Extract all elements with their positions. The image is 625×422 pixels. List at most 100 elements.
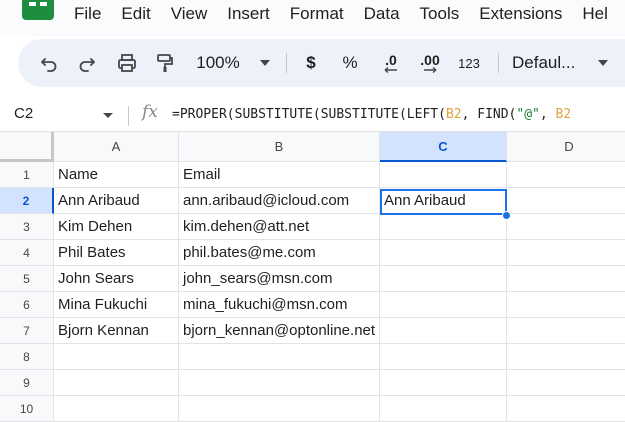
chevron-down-icon[interactable] (103, 113, 113, 118)
cell-c4[interactable] (380, 240, 507, 266)
cell-b9[interactable] (179, 370, 380, 396)
cell-d5[interactable] (507, 266, 625, 292)
menu-help[interactable]: Hel (582, 4, 608, 26)
zoom-dropdown[interactable] (258, 39, 272, 87)
formula-text: =PROPER(SUBSTITUTE(SUBSTITUTE(LEFT( (172, 107, 446, 122)
formula-ref: B2 (555, 107, 572, 122)
cell-value-b7: bjorn_kennan@optonline.net (183, 322, 376, 339)
menu-view[interactable]: View (171, 4, 208, 26)
select-all-corner[interactable] (0, 132, 54, 162)
toolbar: 100% $ % .0 .00 123 Defaul... (18, 39, 625, 87)
cell-value-a2: Ann Aribaud (58, 192, 140, 209)
cell-d10[interactable] (507, 396, 625, 422)
cell-value-b1: Email (183, 166, 221, 183)
cell-d8[interactable] (507, 344, 625, 370)
row-header-5[interactable]: 5 (0, 266, 54, 292)
cell-c8[interactable] (380, 344, 507, 370)
row-header-10[interactable]: 10 (0, 396, 54, 422)
print-button[interactable] (114, 39, 140, 87)
currency-format-button[interactable]: $ (300, 39, 322, 87)
arrow-right-icon (424, 67, 437, 73)
formula-text: , FIND( (461, 107, 517, 122)
cell-value-b5: john_sears@msn.com (183, 270, 333, 287)
sheets-logo-icon[interactable] (22, 0, 54, 20)
active-cell-outline (380, 189, 507, 215)
cell-c7[interactable] (380, 318, 507, 344)
menu: File Edit View Insert Format Data Tools … (74, 4, 625, 26)
row-header-3[interactable]: 3 (0, 214, 54, 240)
cell-a8[interactable] (54, 344, 179, 370)
cell-d3[interactable] (507, 214, 625, 240)
chevron-down-icon (598, 60, 608, 66)
column-header-a[interactable]: A (54, 132, 179, 162)
menu-extensions[interactable]: Extensions (479, 4, 562, 26)
row-header-2[interactable]: 2 (0, 188, 54, 214)
cell-d2[interactable] (507, 188, 625, 214)
menu-format[interactable]: Format (290, 4, 344, 26)
fx-icon: fx (142, 102, 158, 122)
column-header-b[interactable]: B (179, 132, 380, 162)
name-box[interactable]: C2 (14, 105, 33, 122)
menu-data[interactable]: Data (364, 4, 400, 26)
decrease-decimal-button[interactable]: .0 (376, 39, 406, 87)
cell-c5[interactable] (380, 266, 507, 292)
cell-c6[interactable] (380, 292, 507, 318)
cell-c1[interactable] (380, 162, 507, 188)
row-header-1[interactable]: 1 (0, 162, 54, 188)
row-header-6[interactable]: 6 (0, 292, 54, 318)
menu-insert[interactable]: Insert (227, 4, 270, 26)
decrease-decimal-label: .0 (385, 52, 397, 68)
fill-handle[interactable] (502, 211, 511, 220)
chevron-down-icon (260, 60, 270, 66)
cell-value-a4: Phil Bates (58, 244, 126, 261)
increase-decimal-button[interactable]: .00 (414, 39, 446, 87)
paint-format-button[interactable] (152, 39, 178, 87)
cell-value-b4: phil.bates@me.com (183, 244, 316, 261)
font-select[interactable]: Defaul... (512, 39, 588, 87)
cell-value-b3: kim.dehen@att.net (183, 218, 310, 235)
currency-label: $ (306, 53, 316, 72)
menu-bar: File Edit View Insert Format Data Tools … (0, 0, 625, 36)
row-header-7[interactable]: 7 (0, 318, 54, 344)
zoom-value: 100% (196, 53, 240, 72)
font-dropdown[interactable] (596, 39, 610, 87)
more-formats-label: 123 (458, 55, 480, 71)
cell-d1[interactable] (507, 162, 625, 188)
more-formats-button[interactable]: 123 (454, 39, 484, 87)
row-header-9[interactable]: 9 (0, 370, 54, 396)
menu-file[interactable]: File (74, 4, 101, 26)
redo-button[interactable] (74, 39, 100, 87)
formula-text: , (539, 107, 556, 122)
cell-d6[interactable] (507, 292, 625, 318)
percent-format-button[interactable]: % (338, 39, 362, 87)
formula-string: "@" (516, 107, 540, 122)
row-header-4[interactable]: 4 (0, 240, 54, 266)
cell-c9[interactable] (380, 370, 507, 396)
column-header-d[interactable]: D (507, 132, 625, 162)
column-header-c[interactable]: C (380, 132, 507, 162)
cell-d7[interactable] (507, 318, 625, 344)
cell-value-a1: Name (58, 166, 99, 183)
cell-b8[interactable] (179, 344, 380, 370)
cell-value-a6: Mina Fukuchi (58, 296, 148, 313)
cell-value-a5: John Sears (58, 270, 134, 287)
cell-d4[interactable] (507, 240, 625, 266)
font-value: Defaul... (512, 53, 576, 72)
cell-a9[interactable] (54, 370, 179, 396)
percent-label: % (342, 53, 358, 72)
cell-value-b6: mina_fukuchi@msn.com (183, 296, 348, 313)
formula-input[interactable]: =PROPER(SUBSTITUTE(SUBSTITUTE(LEFT( B2 , F… (172, 107, 571, 122)
undo-icon (41, 58, 57, 72)
menu-edit[interactable]: Edit (121, 4, 150, 26)
cell-a10[interactable] (54, 396, 179, 422)
cell-d9[interactable] (507, 370, 625, 396)
cell-c10[interactable] (380, 396, 507, 422)
cell-b10[interactable] (179, 396, 380, 422)
zoom-select[interactable]: 100% (190, 39, 246, 87)
cell-value-a3: Kim Dehen (58, 218, 133, 235)
menu-tools[interactable]: Tools (420, 4, 460, 26)
undo-button[interactable] (36, 39, 62, 87)
print-icon (118, 54, 136, 72)
cell-c3[interactable] (380, 214, 507, 240)
row-header-8[interactable]: 8 (0, 344, 54, 370)
